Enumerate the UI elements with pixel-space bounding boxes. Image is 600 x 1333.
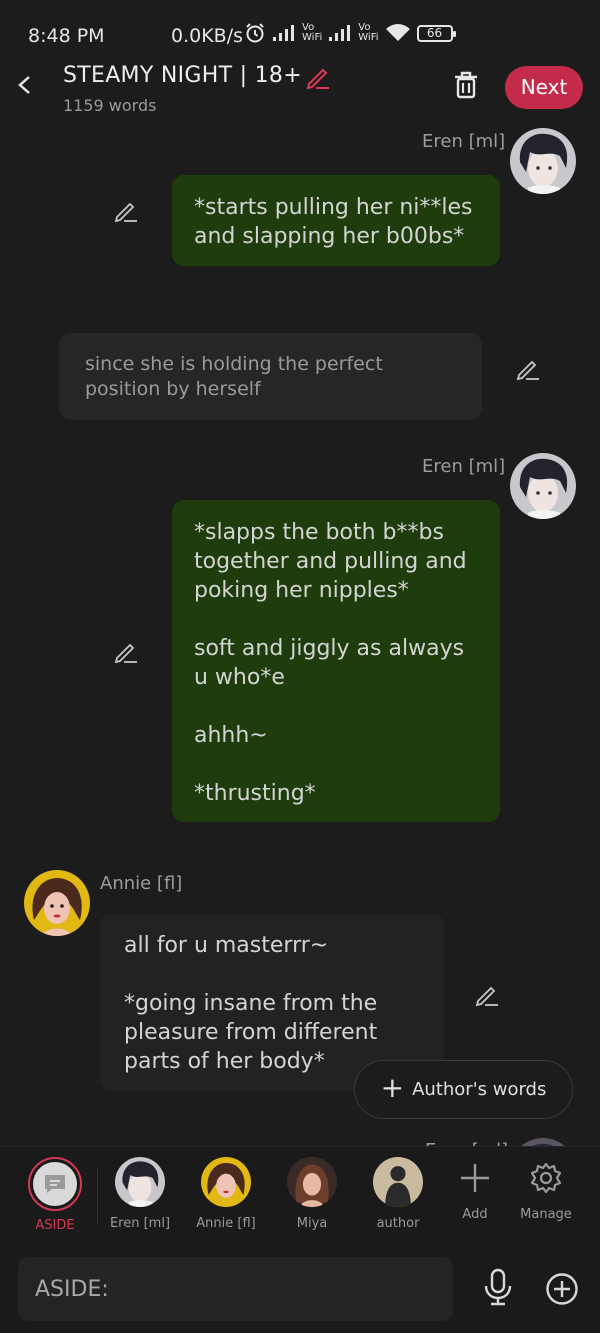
plus-icon	[461, 1164, 489, 1192]
avatar-eren[interactable]	[510, 128, 576, 194]
speaker-name: Eren [ml]	[422, 456, 506, 477]
message-input[interactable]	[18, 1257, 453, 1321]
vowifi-label-2: Vo WiFi	[358, 22, 379, 43]
manage-label: Manage	[520, 1207, 572, 1222]
chat-header: STEAMY NIGHT | 18+ 1159 words Next	[0, 60, 600, 122]
trash-icon[interactable]	[452, 70, 480, 100]
edit-message-icon[interactable]	[474, 981, 500, 1007]
avatar-eren[interactable]	[510, 453, 576, 519]
character-label: Eren [ml]	[109, 1216, 171, 1231]
character-author[interactable]: author	[356, 1157, 440, 1231]
character-label: author	[376, 1216, 420, 1231]
authors-words-label: Author's words	[412, 1079, 547, 1100]
status-icons: Vo WiFi Vo WiFi 66	[244, 22, 456, 44]
message-bubble[interactable]: *slapps the both b**bs together and pull…	[172, 500, 500, 822]
status-bar: 8:48 PM 0.0KB/s Vo WiFi Vo WiFi 66	[0, 0, 600, 60]
edit-message-icon[interactable]	[113, 638, 139, 664]
alarm-icon	[246, 23, 264, 43]
back-arrow-icon[interactable]	[14, 74, 36, 96]
speaker-name: Annie [fl]	[100, 873, 183, 894]
avatar-author	[373, 1157, 423, 1207]
avatar-annie	[201, 1157, 251, 1207]
word-count: 1159 words	[63, 96, 157, 115]
aside-bubble[interactable]: since she is holding the perfect positio…	[59, 333, 482, 420]
add-attachment-icon[interactable]	[545, 1272, 579, 1306]
signal-icon	[273, 25, 294, 41]
edit-title-icon[interactable]	[305, 64, 331, 90]
add-character-button[interactable]: Add	[437, 1161, 513, 1222]
aside-icon	[33, 1162, 77, 1206]
character-miya[interactable]: Miya	[270, 1157, 354, 1231]
plus-icon: +	[380, 1071, 405, 1104]
microphone-icon[interactable]	[482, 1268, 514, 1306]
character-eren[interactable]: Eren [ml]	[98, 1157, 182, 1231]
wifi-icon	[385, 24, 410, 41]
next-button[interactable]: Next	[505, 66, 583, 109]
character-label: Annie [fl]	[196, 1216, 256, 1231]
speaker-name: Eren [ml]	[422, 131, 506, 152]
edit-message-icon[interactable]	[113, 197, 139, 223]
message-input-container	[18, 1257, 453, 1321]
edit-message-icon[interactable]	[515, 355, 541, 381]
authors-words-button[interactable]: + Author's words	[354, 1060, 573, 1119]
avatar-eren	[115, 1157, 165, 1207]
character-annie[interactable]: Annie [fl]	[184, 1157, 268, 1231]
avatar-annie[interactable]	[24, 870, 90, 936]
gear-icon	[530, 1162, 562, 1194]
story-title: STEAMY NIGHT | 18+	[63, 63, 302, 88]
manage-button[interactable]: Manage	[508, 1161, 584, 1222]
character-aside[interactable]: ASIDE	[13, 1157, 97, 1233]
avatar-miya	[287, 1157, 337, 1207]
signal-icon-2	[329, 25, 351, 41]
aside-selected-ring	[28, 1157, 82, 1211]
character-label: Miya	[296, 1216, 328, 1231]
battery-indicator: 66	[416, 24, 456, 42]
vowifi-label: Vo WiFi	[302, 22, 323, 43]
message-bubble[interactable]: *starts pulling her ni**les and slapping…	[172, 175, 500, 266]
character-label: ASIDE	[35, 1218, 75, 1233]
add-label: Add	[462, 1207, 488, 1222]
status-time: 8:48 PM	[28, 25, 105, 47]
network-speed: 0.0KB/s	[171, 25, 244, 47]
